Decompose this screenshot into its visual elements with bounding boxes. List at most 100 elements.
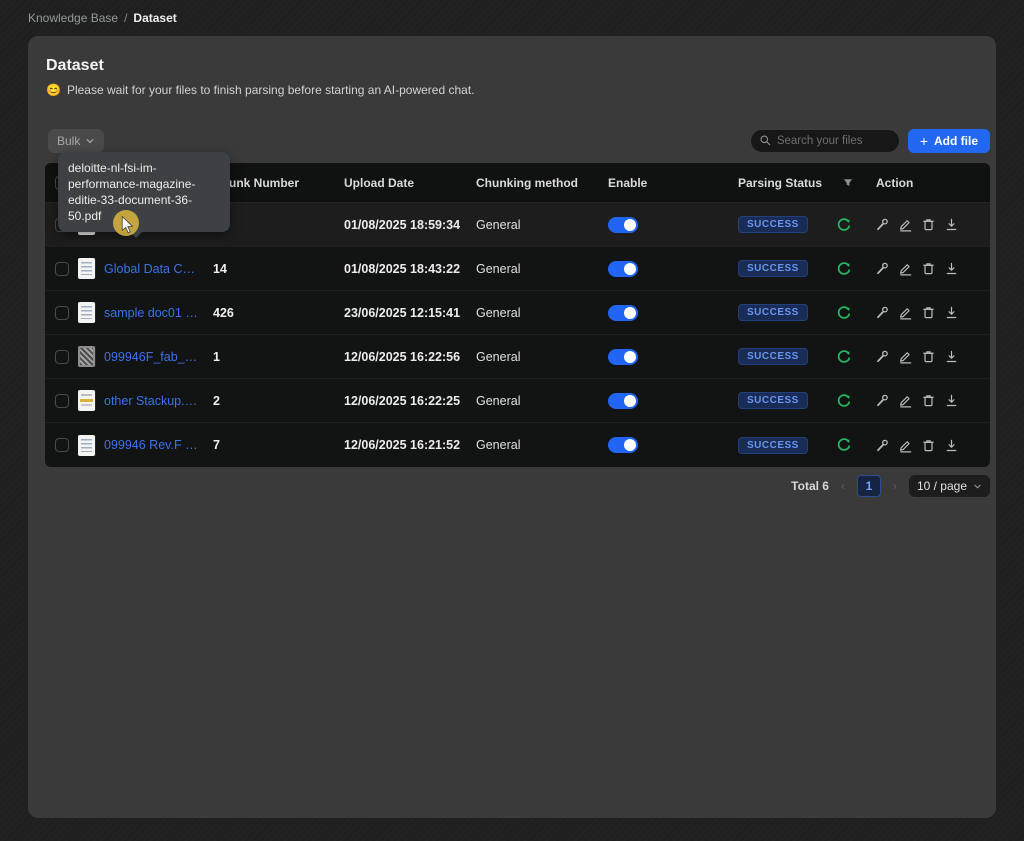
dataset-panel: Dataset 😊 Please wait for your files to …	[28, 36, 996, 818]
breadcrumb-knowledge-base[interactable]: Knowledge Base	[28, 11, 118, 25]
enable-toggle[interactable]	[608, 393, 638, 409]
enable-toggle[interactable]	[608, 305, 638, 321]
search-input[interactable]	[777, 135, 887, 147]
file-thumbnail-icon	[78, 258, 95, 279]
column-header-parsing-status: Parsing Status	[738, 176, 822, 190]
bulk-button[interactable]: Bulk	[48, 129, 104, 153]
upload-date: 12/06/2025 16:21:52	[336, 438, 468, 452]
chevron-down-icon	[85, 136, 95, 146]
reparse-icon[interactable]	[836, 217, 852, 233]
pagination-next-button[interactable]: ›	[893, 479, 897, 493]
parsing-hint: 😊 Please wait for your files to finish p…	[46, 83, 475, 97]
chunking-method: General	[468, 438, 600, 452]
table-body: deloitte-nl-fsi-im-... 25 01/08/2025 18:…	[45, 203, 990, 467]
upload-date: 23/06/2025 12:15:41	[336, 306, 468, 320]
file-name-link[interactable]: Global Data Centr...	[104, 262, 199, 276]
column-header-action: Action	[868, 176, 990, 190]
file-name-link[interactable]: sample doc01 for ...	[104, 306, 199, 320]
edit-icon[interactable]	[898, 305, 913, 321]
delete-icon[interactable]	[921, 349, 936, 365]
download-icon[interactable]	[944, 349, 959, 365]
file-thumbnail-icon	[78, 302, 95, 323]
breadcrumb-separator: /	[124, 11, 127, 25]
search-box	[750, 129, 900, 153]
chunking-method: General	[468, 262, 600, 276]
page-size-value: 10 / page	[917, 479, 967, 493]
filename-tooltip: deloitte-nl-fsi-im-performance-magazine-…	[58, 152, 230, 232]
reparse-icon[interactable]	[836, 437, 852, 453]
chunk-number: 1	[205, 350, 336, 364]
tool-icon[interactable]	[875, 349, 890, 365]
enable-toggle[interactable]	[608, 437, 638, 453]
page-size-select[interactable]: 10 / page	[909, 475, 990, 497]
delete-icon[interactable]	[921, 261, 936, 277]
edit-icon[interactable]	[898, 261, 913, 277]
parsing-status-badge: SUCCESS	[738, 392, 808, 409]
reparse-icon[interactable]	[836, 261, 852, 277]
chunking-method: General	[468, 306, 600, 320]
upload-date: 12/06/2025 16:22:56	[336, 350, 468, 364]
parsing-hint-text: Please wait for your files to finish par…	[67, 83, 475, 97]
delete-icon[interactable]	[921, 393, 936, 409]
add-file-button[interactable]: + Add file	[908, 129, 990, 153]
download-icon[interactable]	[944, 437, 959, 453]
page-title: Dataset	[46, 57, 104, 75]
tool-icon[interactable]	[875, 305, 890, 321]
tool-icon[interactable]	[875, 217, 890, 233]
edit-icon[interactable]	[898, 393, 913, 409]
download-icon[interactable]	[944, 261, 959, 277]
parsing-status-badge: SUCCESS	[738, 260, 808, 277]
chunking-method: General	[468, 350, 600, 364]
chunk-number: 7	[205, 438, 336, 452]
filter-funnel-icon[interactable]	[842, 177, 854, 189]
edit-icon[interactable]	[898, 349, 913, 365]
parsing-status-badge: SUCCESS	[738, 348, 808, 365]
table-row: 099946 Rev.F spe... 7 12/06/2025 16:21:5…	[45, 423, 990, 467]
parsing-status-badge: SUCCESS	[738, 437, 808, 454]
edit-icon[interactable]	[898, 437, 913, 453]
row-checkbox[interactable]	[55, 438, 69, 452]
row-checkbox[interactable]	[55, 350, 69, 364]
add-file-label: Add file	[934, 134, 978, 148]
reparse-icon[interactable]	[836, 393, 852, 409]
column-header-enable: Enable	[600, 176, 730, 190]
tool-icon[interactable]	[875, 393, 890, 409]
column-header-upload-date: Upload Date	[336, 176, 468, 190]
download-icon[interactable]	[944, 393, 959, 409]
file-name-link[interactable]: 099946F_fab_de...	[104, 350, 199, 364]
enable-toggle[interactable]	[608, 217, 638, 233]
pagination-total: Total 6	[791, 479, 829, 493]
pagination-page-1[interactable]: 1	[857, 475, 881, 497]
file-name-link[interactable]: 099946 Rev.F spe...	[104, 438, 199, 452]
chunk-number: 2	[205, 394, 336, 408]
reparse-icon[interactable]	[836, 349, 852, 365]
edit-icon[interactable]	[898, 217, 913, 233]
breadcrumb-dataset: Dataset	[133, 11, 176, 25]
row-checkbox[interactable]	[55, 306, 69, 320]
tool-icon[interactable]	[875, 261, 890, 277]
file-thumbnail-icon	[78, 346, 95, 367]
delete-icon[interactable]	[921, 305, 936, 321]
upload-date: 01/08/2025 18:59:34	[336, 218, 468, 232]
enable-toggle[interactable]	[608, 349, 638, 365]
reparse-icon[interactable]	[836, 305, 852, 321]
chunk-number: 14	[205, 262, 336, 276]
enable-toggle[interactable]	[608, 261, 638, 277]
row-checkbox[interactable]	[55, 262, 69, 276]
table-row: other Stackup.pdf 2 12/06/2025 16:22:25 …	[45, 379, 990, 423]
table-row: sample doc01 for ... 426 23/06/2025 12:1…	[45, 291, 990, 335]
chunking-method: General	[468, 218, 600, 232]
toolbar: Bulk + Add file	[48, 128, 990, 153]
table-row: 099946F_fab_de... 1 12/06/2025 16:22:56 …	[45, 335, 990, 379]
upload-date: 01/08/2025 18:43:22	[336, 262, 468, 276]
delete-icon[interactable]	[921, 437, 936, 453]
tool-icon[interactable]	[875, 437, 890, 453]
download-icon[interactable]	[944, 217, 959, 233]
row-checkbox[interactable]	[55, 394, 69, 408]
download-icon[interactable]	[944, 305, 959, 321]
bulk-button-label: Bulk	[57, 134, 80, 148]
file-name-link[interactable]: other Stackup.pdf	[104, 394, 199, 408]
file-thumbnail-icon	[78, 435, 95, 456]
pagination-prev-button[interactable]: ‹	[841, 479, 845, 493]
delete-icon[interactable]	[921, 217, 936, 233]
